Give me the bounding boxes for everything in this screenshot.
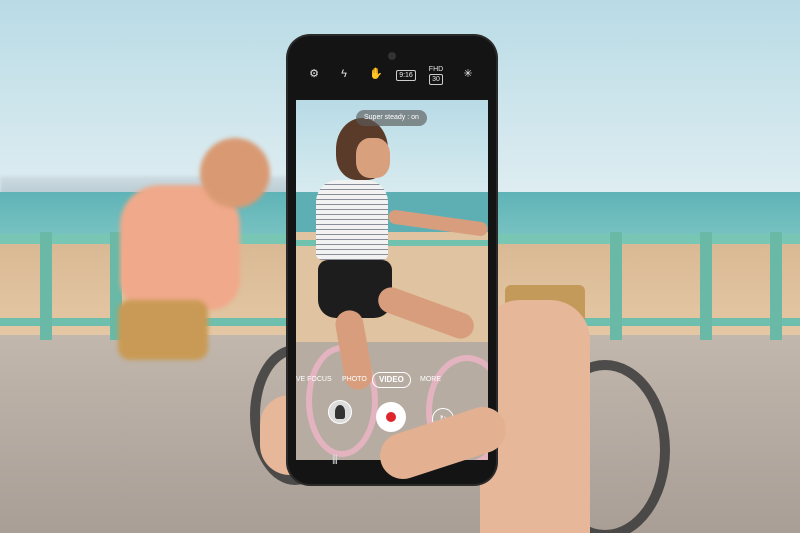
mode-photo[interactable]: PHOTO bbox=[342, 372, 367, 388]
sparkle-icon[interactable]: ✳ bbox=[458, 66, 478, 82]
resolution-fps: 30 bbox=[429, 74, 443, 85]
flash-off-icon[interactable]: ϟ bbox=[334, 66, 354, 82]
gear-icon[interactable]: ⚙ bbox=[304, 66, 324, 82]
stabilizer-toast: Super steady : on bbox=[356, 110, 427, 126]
vf-woman-face bbox=[356, 138, 390, 178]
runner-shorts bbox=[118, 300, 208, 360]
aspect-ratio-label: 9:16 bbox=[396, 70, 416, 81]
railing-post bbox=[40, 232, 52, 340]
super-steady-icon[interactable]: ✋ bbox=[366, 66, 386, 82]
runner-head bbox=[200, 138, 270, 208]
aspect-ratio-button[interactable]: 9:16 bbox=[396, 66, 416, 82]
mode-video[interactable]: VIDEO bbox=[372, 372, 411, 388]
railing-post bbox=[610, 232, 622, 340]
camera-toolbar: ⚙ ϟ ✋ 9:16 FHD 30 ✳ bbox=[288, 36, 496, 100]
railing-post bbox=[770, 232, 782, 340]
railing-post bbox=[700, 232, 712, 340]
gallery-thumbnail[interactable] bbox=[328, 400, 352, 424]
viewfinder[interactable]: Super steady : on LIVE FOCUS PHOTO VIDEO… bbox=[296, 100, 488, 460]
record-button[interactable] bbox=[376, 402, 406, 432]
mode-selector: LIVE FOCUS PHOTO VIDEO MORE bbox=[296, 372, 488, 388]
front-camera bbox=[388, 52, 396, 60]
mode-more[interactable]: MORE bbox=[420, 372, 441, 388]
mode-live-focus[interactable]: LIVE FOCUS bbox=[296, 372, 332, 388]
resolution-label: FHD bbox=[428, 66, 444, 73]
record-icon bbox=[386, 412, 396, 422]
recent-apps-button[interactable]: ||| bbox=[332, 454, 338, 465]
resolution-button[interactable]: FHD 30 bbox=[426, 66, 446, 85]
vf-woman-shirt bbox=[316, 180, 388, 260]
